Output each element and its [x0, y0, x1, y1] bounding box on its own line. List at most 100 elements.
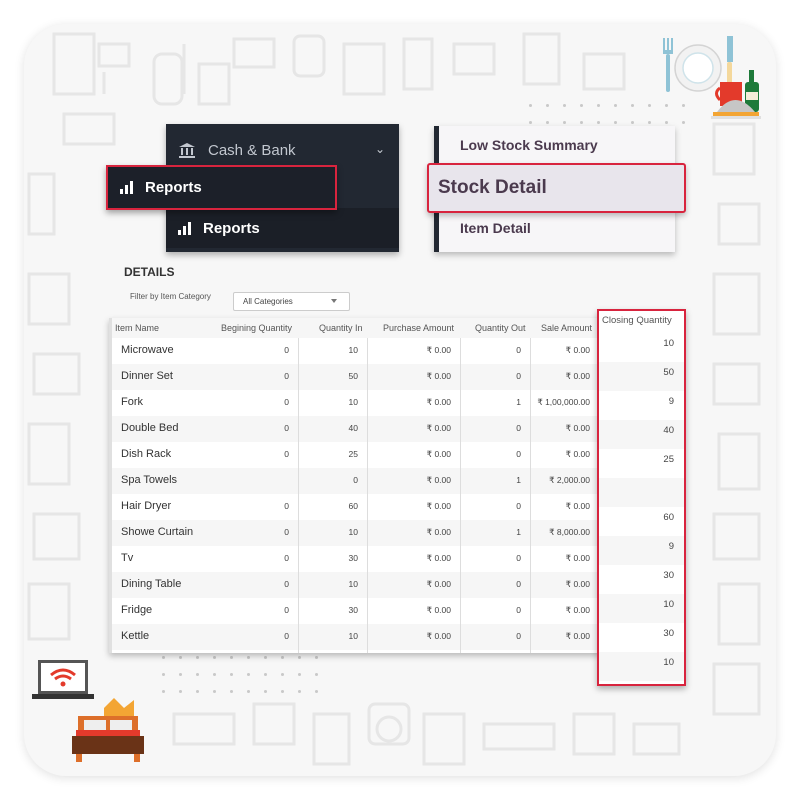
sidebar-item-reports[interactable]: Reports: [166, 208, 399, 248]
bar-chart-icon: [120, 181, 133, 194]
purchase-amount-cell: ₹ 0.00: [426, 605, 451, 615]
item-name-cell: Dish Rack: [121, 448, 172, 460]
quantity-in-cell: 60: [348, 501, 358, 511]
sidebar-item-label: Reports: [145, 179, 202, 196]
table-row[interactable]: Microwave 0 10 ₹ 0.00 0 ₹ 0.00: [112, 338, 600, 364]
table-row[interactable]: Fork 0 10 ₹ 0.00 1 ₹ 1,00,000.00: [112, 390, 600, 416]
menu-item-stock-detail[interactable]: Stock Detail: [427, 163, 686, 213]
closing-quantity-row: 40: [599, 420, 684, 449]
quantity-in-cell: 40: [348, 423, 358, 433]
table-row[interactable]: Kettle 0 10 ₹ 0.00 0 ₹ 0.00: [112, 624, 600, 650]
quantity-out-cell: 1: [516, 397, 521, 407]
table-row[interactable]: Hair Dryer 0 60 ₹ 0.00 0 ₹ 0.00: [112, 494, 600, 520]
quantity-in-cell: 0: [353, 475, 358, 485]
purchase-amount-cell: ₹ 0.00: [426, 423, 451, 433]
begining-quantity-cell: 0: [284, 449, 289, 459]
dot-grid-bottom: [162, 656, 332, 693]
table-row[interactable]: Spa Towels 0 ₹ 0.00 1 ₹ 2,000.00: [112, 468, 600, 494]
item-name-cell: Spa Towels: [121, 474, 178, 486]
sidebar-item-reports-highlighted[interactable]: Reports: [106, 165, 337, 210]
closing-quantity-row: [599, 478, 684, 507]
closing-quantity-cell: 10: [663, 338, 674, 349]
closing-quantity-cell: 9: [668, 396, 674, 407]
category-filter-select[interactable]: All Categories: [233, 292, 350, 311]
purchase-amount-cell: ₹ 0.00: [426, 579, 451, 589]
table-row[interactable]: Double Bed 0 40 ₹ 0.00 0 ₹ 0.00: [112, 416, 600, 442]
quantity-out-cell: 1: [516, 475, 521, 485]
table-header: Item Name Begining Quantity Quantity In …: [112, 318, 600, 338]
purchase-amount-cell: ₹ 0.00: [426, 631, 451, 641]
sale-amount-cell: ₹ 0.00: [565, 449, 590, 459]
bank-icon: [179, 143, 195, 158]
quantity-out-cell: 0: [516, 371, 521, 381]
begining-quantity-cell: 0: [284, 397, 289, 407]
column-header-begining-quantity[interactable]: Begining Quantity: [221, 323, 292, 333]
table-row[interactable]: Fridge 0 30 ₹ 0.00 0 ₹ 0.00: [112, 598, 600, 624]
closing-quantity-cell: 30: [663, 628, 674, 639]
closing-quantity-row: 10: [599, 652, 684, 681]
begining-quantity-cell: 0: [284, 605, 289, 615]
quantity-out-cell: 0: [516, 579, 521, 589]
quantity-out-cell: 0: [516, 605, 521, 615]
item-name-cell: Hair Dryer: [121, 500, 172, 512]
quantity-in-cell: 30: [348, 605, 358, 615]
table-row[interactable]: Dining Table 0 10 ₹ 0.00 0 ₹ 0.00: [112, 572, 600, 598]
closing-quantity-column: Closing Quantity 10 50 9 40 25 60 9 30 10 30 10: [597, 309, 686, 686]
menu-item-item-detail[interactable]: Item Detail: [460, 220, 531, 236]
chevron-down-icon[interactable]: ⌄: [375, 142, 385, 156]
bar-chart-icon: [178, 221, 191, 235]
table-row[interactable]: Tv 0 30 ₹ 0.00 0 ₹ 0.00: [112, 546, 600, 572]
begining-quantity-cell: 0: [284, 579, 289, 589]
dining-illustration: [663, 36, 761, 119]
quantity-in-cell: 10: [348, 527, 358, 537]
closing-quantity-cell: 9: [668, 541, 674, 552]
closing-quantity-cell: 30: [663, 570, 674, 581]
sale-amount-cell: ₹ 1,00,000.00: [537, 397, 590, 407]
purchase-amount-cell: ₹ 0.00: [426, 501, 451, 511]
purchase-amount-cell: ₹ 0.00: [426, 527, 451, 537]
sale-amount-cell: ₹ 0.00: [565, 423, 590, 433]
closing-quantity-row: 9: [599, 536, 684, 565]
table-row[interactable]: Showe Curtain 0 10 ₹ 0.00 1 ₹ 8,000.00: [112, 520, 600, 546]
begining-quantity-cell: 0: [284, 553, 289, 563]
dropdown-caret-icon: [331, 299, 337, 303]
sale-amount-cell: ₹ 8,000.00: [549, 527, 590, 537]
sidebar-item-cash-bank[interactable]: Cash & Bank ⌄: [166, 138, 399, 162]
purchase-amount-cell: ₹ 0.00: [426, 397, 451, 407]
column-divider: [367, 338, 368, 653]
begining-quantity-cell: 0: [284, 423, 289, 433]
table-row[interactable]: Dish Rack 0 25 ₹ 0.00 0 ₹ 0.00: [112, 442, 600, 468]
quantity-out-cell: 0: [516, 501, 521, 511]
sidebar-item-label: Cash & Bank: [208, 141, 296, 159]
purchase-amount-cell: ₹ 0.00: [426, 345, 451, 355]
table-row[interactable]: Dinner Set 0 50 ₹ 0.00 0 ₹ 0.00: [112, 364, 600, 390]
column-header-quantity-out[interactable]: Quantity Out: [475, 323, 526, 333]
sale-amount-cell: ₹ 0.00: [565, 605, 590, 615]
stock-detail-table: Item Name Begining Quantity Quantity In …: [109, 318, 600, 653]
sale-amount-cell: ₹ 2,000.00: [549, 475, 590, 485]
column-header-purchase-amount[interactable]: Purchase Amount: [383, 323, 454, 333]
closing-quantity-row: 30: [599, 565, 684, 594]
item-name-cell: Dinner Set: [121, 370, 173, 382]
closing-quantity-cell: 10: [663, 599, 674, 610]
sale-amount-cell: ₹ 0.00: [565, 501, 590, 511]
closing-quantity-row: 9: [599, 391, 684, 420]
closing-quantity-row: 25: [599, 449, 684, 478]
begining-quantity-cell: 0: [284, 371, 289, 381]
sidebar-item-label: Reports: [203, 219, 260, 237]
column-header-closing-quantity[interactable]: Closing Quantity: [602, 315, 672, 326]
menu-item-low-stock-summary[interactable]: Low Stock Summary: [460, 137, 598, 153]
sale-amount-cell: ₹ 0.00: [565, 579, 590, 589]
column-header-item-name[interactable]: Item Name: [115, 323, 159, 333]
quantity-in-cell: 25: [348, 449, 358, 459]
item-name-cell: Microwave: [121, 344, 174, 356]
column-header-quantity-in[interactable]: Quantity In: [319, 323, 363, 333]
quantity-out-cell: 0: [516, 423, 521, 433]
closing-quantity-cell: 40: [663, 425, 674, 436]
item-name-cell: Fork: [121, 396, 143, 408]
column-header-sale-amount[interactable]: Sale Amount: [541, 323, 592, 333]
sale-amount-cell: ₹ 0.00: [565, 371, 590, 381]
quantity-in-cell: 10: [348, 397, 358, 407]
purchase-amount-cell: ₹ 0.00: [426, 553, 451, 563]
menu-item-label: Stock Detail: [438, 177, 547, 198]
